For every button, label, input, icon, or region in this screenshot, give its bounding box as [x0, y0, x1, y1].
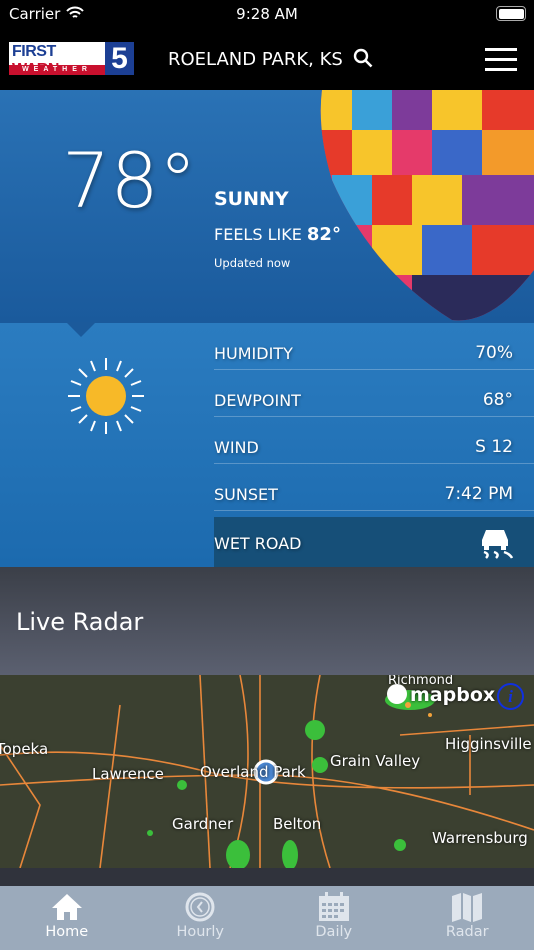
- clock: 9:28 AM: [236, 5, 298, 23]
- location-label: ROELAND PARK, KS: [168, 49, 343, 70]
- location-button[interactable]: ROELAND PARK, KS: [168, 48, 373, 70]
- city-label: Grain Valley: [330, 752, 421, 770]
- tab-bar: Home Hourly Daily Radar: [0, 886, 534, 950]
- radar-title: Live Radar: [16, 608, 144, 636]
- detail-row-dewpoint: DEWPOINT 68°: [214, 370, 534, 417]
- detail-row-wind: WIND S 12: [214, 417, 534, 464]
- detail-row-sunset: SUNSET 7:42 PM: [214, 464, 534, 511]
- tab-hourly[interactable]: Hourly: [134, 886, 268, 950]
- wet-road-alert[interactable]: WET ROAD: [214, 517, 534, 567]
- battery-icon: [496, 6, 526, 21]
- slippery-road-icon: [482, 530, 514, 559]
- current-temperature: 78°: [62, 136, 197, 225]
- map-icon: [452, 893, 483, 922]
- detail-label: DEWPOINT: [214, 391, 301, 410]
- detail-value: S 12: [475, 437, 513, 457]
- search-icon[interactable]: [353, 48, 373, 68]
- feels-like: FEELS LIKE 82°: [214, 224, 341, 245]
- city-label: Gardner: [172, 815, 234, 833]
- tab-label: Daily: [315, 924, 353, 940]
- tab-radar[interactable]: Radar: [401, 886, 534, 950]
- tab-label: Hourly: [176, 924, 225, 940]
- home-icon: [51, 894, 82, 920]
- calendar-icon: [318, 892, 349, 921]
- city-label: Lawrence: [92, 765, 164, 783]
- tab-daily[interactable]: Daily: [267, 886, 401, 950]
- clock-icon: [185, 892, 215, 922]
- info-icon[interactable]: i: [497, 683, 524, 710]
- detail-label: HUMIDITY: [214, 344, 293, 363]
- updated-label: Updated now: [214, 256, 291, 270]
- feels-like-label: FEELS LIKE: [214, 225, 302, 244]
- brand-logo: FIRST WARNWEATHER5: [9, 42, 134, 78]
- sun-icon: [68, 358, 144, 434]
- detail-row-humidity: HUMIDITY 70%: [214, 323, 534, 370]
- city-label: Higginsville: [445, 735, 532, 753]
- detail-label: WET ROAD: [214, 534, 302, 553]
- detail-label: SUNSET: [214, 485, 278, 504]
- radar-map[interactable]: Topeka Lawrence Overland Park Grain Vall…: [0, 675, 534, 868]
- detail-value: 70%: [475, 343, 513, 363]
- tab-home[interactable]: Home: [0, 886, 134, 950]
- status-bar: Carrier 9:28 AM: [0, 0, 534, 28]
- radar-header: Live Radar: [0, 567, 534, 675]
- condition-label: SUNNY: [214, 188, 289, 210]
- detail-label: WIND: [214, 438, 259, 457]
- detail-value: 68°: [482, 390, 513, 410]
- top-nav: FIRST WARNWEATHER5 ROELAND PARK, KS: [0, 28, 534, 90]
- city-label: Topeka: [0, 740, 49, 758]
- detail-value: 7:42 PM: [444, 484, 514, 504]
- pointer-arrow: [66, 322, 96, 337]
- city-label: Warrensburg: [432, 829, 528, 847]
- hot-air-balloon-image: [320, 90, 534, 321]
- mapbox-label: mapbox: [410, 684, 496, 706]
- details-panel: HUMIDITY 70% DEWPOINT 68° WIND S 12 SUNSET 7…: [0, 322, 534, 567]
- tab-label: Home: [45, 924, 89, 940]
- city-label: Belton: [273, 815, 322, 833]
- city-label: Overland Park: [200, 763, 306, 781]
- current-conditions: 78° SUNNY FEELS LIKE 82° Updated now: [0, 90, 534, 323]
- map-bottom-strip: [0, 868, 534, 886]
- tab-label: Radar: [445, 924, 489, 940]
- feels-like-value: 82°: [306, 224, 341, 245]
- hamburger-menu-icon[interactable]: [485, 48, 517, 78]
- mapbox-attribution[interactable]: mapbox: [387, 684, 495, 706]
